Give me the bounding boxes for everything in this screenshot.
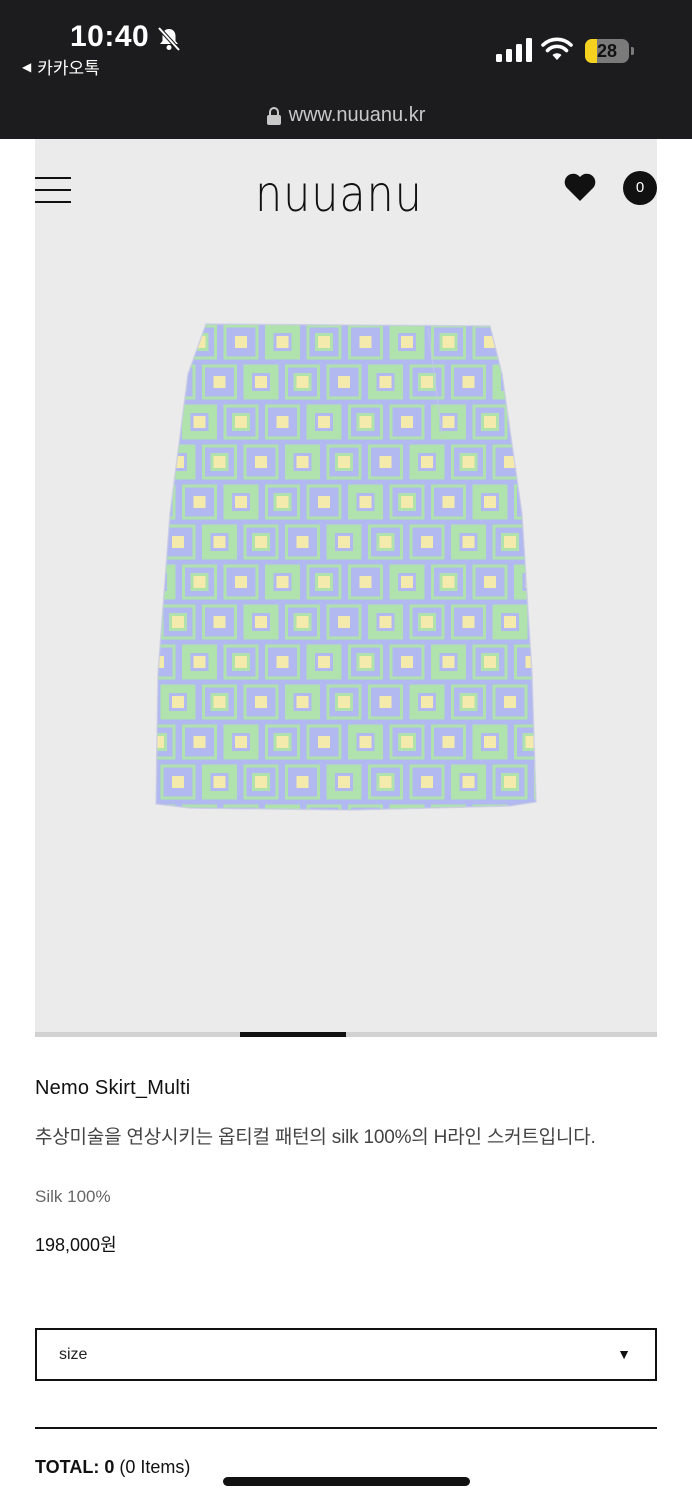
gallery-slider-track[interactable]	[35, 1032, 657, 1037]
back-triangle-icon: ◀	[22, 59, 32, 74]
product-page: nuuanu 0 Nemo Skirt_Multi 추상미술을 연상시키는 옵티…	[35, 139, 657, 1257]
total-amount: 0	[104, 1457, 115, 1477]
home-indicator	[223, 1477, 470, 1486]
size-select-label: size	[59, 1346, 88, 1363]
wifi-icon	[541, 37, 573, 60]
lock-icon	[266, 106, 281, 125]
total-items: (0 Items)	[119, 1457, 191, 1477]
battery-level: 28	[596, 41, 618, 61]
battery-indicator: 28	[585, 39, 635, 63]
product-material: Silk 100%	[35, 1187, 111, 1206]
back-app-label: 카카오톡	[37, 59, 100, 78]
cart-count-badge[interactable]: 0	[623, 171, 657, 205]
menu-icon[interactable]	[35, 177, 71, 203]
total-label: TOTAL:	[35, 1457, 100, 1477]
site-logo[interactable]: nuuanu	[255, 165, 423, 223]
address-bar[interactable]: www.nuuanu.kr	[0, 104, 692, 127]
product-image	[155, 323, 537, 811]
total-summary: TOTAL: 0 (0 Items)	[35, 1457, 190, 1478]
product-price: 198,000원	[35, 1235, 117, 1255]
size-select[interactable]: size ▼	[35, 1328, 657, 1381]
product-info: Nemo Skirt_Multi 추상미술을 연상시키는 옵티컬 패턴의 sil…	[35, 1037, 657, 1257]
gallery-slider-thumb[interactable]	[240, 1032, 346, 1037]
bell-off-icon	[157, 26, 181, 52]
product-name: Nemo Skirt_Multi	[35, 1077, 191, 1099]
url-text: www.nuuanu.kr	[288, 104, 426, 126]
clock: 10:40	[70, 20, 150, 53]
back-to-app-link[interactable]: ◀ 카카오톡	[22, 54, 100, 79]
dropdown-arrow-icon: ▼	[617, 1346, 631, 1362]
cellular-signal-icon	[496, 38, 532, 62]
divider	[35, 1427, 657, 1429]
product-description: 추상미술을 연상시키는 옵티컬 패턴의 silk 100%의 H라인 스커트입니…	[35, 1127, 596, 1148]
status-bar: 10:40 ◀ 카카오톡 28 www.nuuanu.kr	[0, 0, 692, 139]
product-gallery[interactable]: nuuanu 0	[35, 139, 657, 1032]
heart-icon[interactable]	[563, 172, 597, 202]
